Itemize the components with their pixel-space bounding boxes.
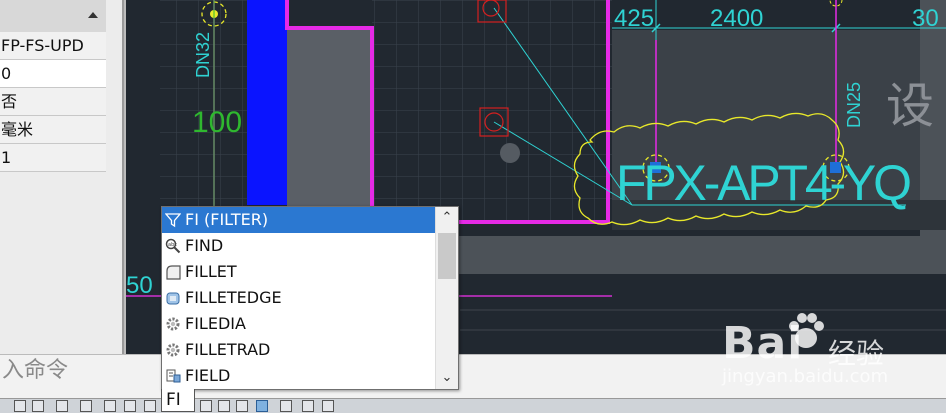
fillet-icon: [166, 265, 181, 280]
paw-icon: [789, 313, 824, 348]
svg-text:abc: abc: [168, 242, 177, 248]
autocomplete-item-label: FILLETEDGE: [185, 288, 282, 307]
room-grid: [372, 0, 612, 220]
scroll-down-chevron-icon[interactable]: ⌄: [436, 367, 458, 389]
autocomplete-item-label: FIELD: [185, 366, 231, 385]
scroll-up-chevron-icon[interactable]: ⌃: [436, 207, 458, 229]
dimension-425: 425: [614, 5, 654, 32]
status-bar: [0, 398, 946, 413]
autocomplete-item-field[interactable]: FIELD: [162, 363, 435, 389]
property-value-scale[interactable]: 1: [0, 144, 106, 172]
command-autocomplete-list: FI (FILTER) abc FIND FILLET FILLETEDGE F…: [161, 206, 459, 390]
scrollbar-thumb[interactable]: [438, 233, 456, 279]
label-100: 100: [192, 106, 242, 139]
plus-icon[interactable]: [236, 400, 248, 412]
blue-wall: [247, 0, 287, 205]
autocomplete-item-filletedge[interactable]: FILLETEDGE: [162, 285, 435, 311]
lineweight-toggle-icon[interactable]: [144, 400, 156, 412]
gray-beam: [440, 236, 946, 274]
filter-icon: [165, 213, 181, 228]
workspace-icon[interactable]: [322, 400, 334, 412]
gray-column: [287, 30, 371, 210]
command-input[interactable]: FI: [161, 389, 195, 412]
transparency-toggle-icon[interactable]: [256, 400, 268, 412]
label-50: 50: [126, 272, 153, 299]
gear-icon: [166, 317, 180, 331]
collapse-arrow-icon[interactable]: [88, 12, 98, 18]
property-value-layer[interactable]: FP-FS-UPD: [0, 32, 106, 60]
grid-toggle-icon[interactable]: [14, 400, 26, 412]
label-dn32: DN32: [193, 32, 213, 78]
autocomplete-item-label: FIND: [185, 236, 224, 255]
osnap-toggle-icon[interactable]: [104, 400, 116, 412]
selection-cycle-icon[interactable]: [280, 400, 292, 412]
autocomplete-item-filletrad[interactable]: FILLETRAD: [162, 337, 435, 363]
filletedge-icon: [166, 292, 180, 305]
autocomplete-scrollbar[interactable]: ⌃ ⌄: [435, 207, 458, 389]
autocomplete-item-label: FILLETRAD: [185, 340, 271, 359]
dyn-toggle-icon[interactable]: [200, 400, 212, 412]
crosshair-icon[interactable]: [218, 400, 230, 412]
ortho-toggle-icon[interactable]: [56, 400, 68, 412]
annotation-icon[interactable]: [302, 400, 314, 412]
watermark-url: jingyan.baidu.com: [722, 366, 889, 387]
autocomplete-item-filter[interactable]: FI (FILTER): [162, 207, 435, 233]
polar-toggle-icon[interactable]: [80, 400, 92, 412]
autocomplete-item-find[interactable]: abc FIND: [162, 233, 435, 259]
property-value-elevation[interactable]: 0: [0, 60, 106, 88]
properties-panel: FP-FS-UPD 0 否 毫米 1: [0, 0, 124, 354]
property-value-flag[interactable]: 否: [0, 88, 106, 116]
autocomplete-item-fillet[interactable]: FILLET: [162, 259, 435, 285]
snap-toggle-icon[interactable]: [32, 400, 44, 412]
gear-icon: [166, 343, 180, 357]
field-icon: [166, 369, 181, 383]
riser-tag: FPX-APT4-YQ: [616, 155, 912, 211]
dimension-30: 30: [912, 5, 939, 32]
find-icon: abc: [165, 238, 181, 254]
dimension-2400: 2400: [710, 5, 763, 32]
autocomplete-item-label: FILLET: [185, 262, 237, 281]
otrack-toggle-icon[interactable]: [124, 400, 136, 412]
gray-point: [500, 143, 520, 163]
command-prompt: 入命令: [2, 358, 69, 383]
autocomplete-item-label: FI (FILTER): [185, 210, 269, 229]
properties-header[interactable]: [0, 0, 106, 33]
autocomplete-item-filedia[interactable]: FILEDIA: [162, 311, 435, 337]
stair-grid: [160, 0, 250, 210]
label-dn25: DN25: [844, 82, 864, 128]
property-value-unit[interactable]: 毫米: [0, 116, 106, 144]
chinese-label-partial: 设: [886, 78, 934, 134]
autocomplete-item-label: FILEDIA: [185, 314, 246, 333]
